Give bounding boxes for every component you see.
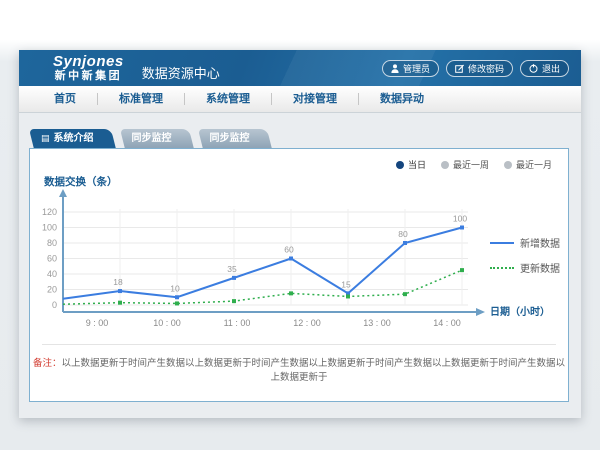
chart-y-axis-title: 数据交换（条） <box>44 174 118 189</box>
dotted-line-icon <box>490 267 514 269</box>
chart-legend: 新增数据 更新数据 <box>490 235 560 285</box>
svg-text:日期（小时）: 日期（小时） <box>490 305 550 318</box>
svg-text:60: 60 <box>47 254 57 264</box>
svg-text:13 : 00: 13 : 00 <box>363 318 391 328</box>
logo-english: Synjones <box>53 54 124 69</box>
svg-text:100: 100 <box>453 214 467 224</box>
solid-line-icon <box>490 242 514 244</box>
svg-text:0: 0 <box>52 300 57 310</box>
tab-sync-monitor-1-label: 同步监控 <box>132 129 172 148</box>
svg-text:40: 40 <box>47 269 57 279</box>
radio-last-week[interactable]: 最近一周 <box>441 158 489 171</box>
footnote: 备注：以上数据更新于时间产生数据以上数据更新于时间产生数据以上数据更新于时间产生… <box>30 355 568 383</box>
svg-text:35: 35 <box>227 264 237 274</box>
radio-today[interactable]: 当日 <box>396 158 426 171</box>
radio-dot-icon <box>396 161 404 169</box>
user-icon <box>391 64 399 73</box>
change-password-button[interactable]: 修改密码 <box>446 60 513 77</box>
svg-text:20: 20 <box>47 285 57 295</box>
legend-item-updated-data[interactable]: 更新数据 <box>490 260 560 275</box>
content-area: ▤ 系统介绍 同步监控 同步监控 当日 最近一周 <box>19 129 581 435</box>
main-nav: 首页 标准管理 系统管理 对接管理 数据异动 <box>19 86 581 113</box>
svg-text:18: 18 <box>113 277 123 287</box>
svg-text:10: 10 <box>170 283 180 293</box>
logout-button-label: 退出 <box>542 62 560 75</box>
logout-button[interactable]: 退出 <box>520 60 569 77</box>
nav-item-standard-mgmt[interactable]: 标准管理 <box>98 93 185 105</box>
nav-item-system-mgmt[interactable]: 系统管理 <box>185 93 272 105</box>
nav-item-connection-mgmt[interactable]: 对接管理 <box>272 93 359 105</box>
change-password-button-label: 修改密码 <box>468 62 504 75</box>
radio-dot-icon <box>441 161 449 169</box>
radio-today-label: 当日 <box>408 158 426 171</box>
svg-text:80: 80 <box>398 229 408 239</box>
header-bar: Synjones 新中新集团 数据资源中心 管理员 修改密码 退出 <box>19 50 581 86</box>
nav-item-data-change[interactable]: 数据异动 <box>359 93 445 105</box>
note-divider <box>42 344 556 345</box>
chart-panel: 当日 最近一周 最近一月 数据交换（条） 0 20 40 60 80 100 120 9 : … <box>29 148 569 402</box>
radio-last-week-label: 最近一周 <box>453 158 489 171</box>
svg-text:80: 80 <box>47 238 57 248</box>
nav-item-home[interactable]: 首页 <box>33 93 98 105</box>
svg-text:15: 15 <box>341 279 351 289</box>
tab-system-intro-label: 系统介绍 <box>54 129 94 148</box>
company-logo: Synjones 新中新集团 <box>53 54 124 82</box>
user-button-label: 管理员 <box>403 62 430 75</box>
line-chart: 0 20 40 60 80 100 120 9 : 00 10 : 00 11 : 00 12 : … <box>38 189 562 336</box>
app-window: Synjones 新中新集团 数据资源中心 管理员 修改密码 退出 <box>19 50 581 418</box>
svg-text:14 : 00: 14 : 00 <box>433 318 461 328</box>
footnote-text: 以上数据更新于时间产生数据以上数据更新于时间产生数据以上数据更新于时间产生数据以… <box>62 358 566 383</box>
time-range-filter: 当日 最近一周 最近一月 <box>396 158 552 171</box>
header-actions: 管理员 修改密码 退出 <box>382 60 569 77</box>
page-title: 数据资源中心 <box>142 63 220 82</box>
radio-last-month[interactable]: 最近一月 <box>504 158 552 171</box>
svg-text:12 : 00: 12 : 00 <box>293 318 321 328</box>
legend-new-data-label: 新增数据 <box>520 235 560 250</box>
svg-text:120: 120 <box>42 207 57 217</box>
svg-text:60: 60 <box>284 245 294 255</box>
legend-item-new-data[interactable]: 新增数据 <box>490 235 560 250</box>
power-icon <box>529 64 538 73</box>
logo-chinese: 新中新集团 <box>53 71 124 82</box>
line-chart-svg: 0 20 40 60 80 100 120 9 : 00 10 : 00 11 : 00 12 : … <box>38 189 562 331</box>
radio-dot-icon <box>504 161 512 169</box>
tab-sync-monitor-1[interactable]: 同步监控 <box>120 129 189 148</box>
edit-icon <box>455 64 464 73</box>
tab-system-intro[interactable]: ▤ 系统介绍 <box>29 129 111 148</box>
tab-sync-monitor-2[interactable]: 同步监控 <box>198 129 267 148</box>
tab-sync-monitor-2-label: 同步监控 <box>210 129 250 148</box>
user-button[interactable]: 管理员 <box>382 60 439 77</box>
svg-text:10 : 00: 10 : 00 <box>153 318 181 328</box>
svg-text:11 : 00: 11 : 00 <box>224 318 251 328</box>
svg-text:9 : 00: 9 : 00 <box>86 318 109 328</box>
legend-updated-data-label: 更新数据 <box>520 260 560 275</box>
radio-last-month-label: 最近一月 <box>516 158 552 171</box>
tab-bar: ▤ 系统介绍 同步监控 同步监控 <box>29 129 581 148</box>
document-icon: ▤ <box>41 134 50 143</box>
svg-text:100: 100 <box>42 223 57 233</box>
footnote-prefix: 备注： <box>33 358 62 369</box>
